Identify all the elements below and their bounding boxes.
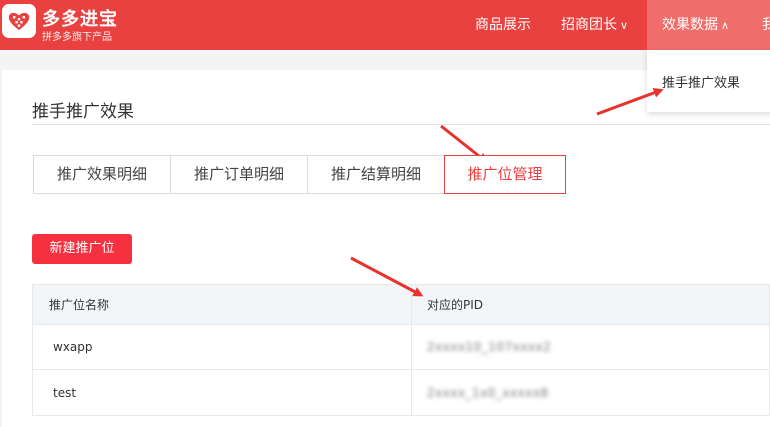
column-header-name: 推广位名称: [33, 285, 412, 324]
effect-data-dropdown: 推手推广效果: [647, 50, 770, 112]
tab-order-detail[interactable]: 推广订单明细: [170, 155, 308, 194]
page-title: 推手推广效果: [32, 102, 134, 122]
table-row: wxapp 2xxxx10_107xxxx2: [33, 325, 769, 370]
nav-item-label: 我: [762, 17, 770, 33]
nav-item-products[interactable]: 商品展示: [475, 0, 531, 50]
promotion-slot-table: 推广位名称 对应的PID wxapp 2xxxx10_107xxxx2 test…: [32, 284, 770, 416]
nav-item-label: 商品展示: [475, 17, 531, 33]
pid-cell: 2xxxx_1x0_xxxxx8: [412, 370, 769, 415]
tab-effect-detail[interactable]: 推广效果明细: [33, 155, 171, 194]
brand-subtitle: 拼多多旗下产品: [42, 32, 112, 43]
slot-name-cell: wxapp: [33, 325, 412, 369]
pid-value-blurred: 2xxxx_1x0_xxxxx8: [427, 385, 549, 400]
pid-value-blurred: 2xxxx10_107xxxx2: [427, 340, 552, 354]
column-header-pid: 对应的PID: [427, 298, 484, 312]
dropdown-item-promoter-effect[interactable]: 推手推广效果: [662, 72, 740, 91]
tab-bar: 推广效果明细 推广订单明细 推广结算明细 推广位管理: [33, 155, 566, 194]
title-divider: [32, 124, 770, 125]
chevron-down-icon: ∨: [620, 19, 629, 32]
nav-item-account[interactable]: 我: [762, 0, 770, 50]
chevron-up-icon: ∧: [721, 19, 730, 32]
top-navbar: 多多进宝 拼多多旗下产品 商品展示 招商团长 ∨ 效果数据 ∧ 我: [0, 0, 770, 50]
pinduoduo-logo-icon[interactable]: [2, 4, 36, 38]
nav-item-merchants[interactable]: 招商团长 ∨: [561, 0, 628, 50]
tab-promotion-slot-management[interactable]: 推广位管理: [444, 155, 566, 194]
slot-name-cell: test: [33, 370, 412, 415]
tab-settlement-detail[interactable]: 推广结算明细: [307, 155, 445, 194]
nav-item-label: 效果数据: [662, 17, 718, 33]
table-header-row: 推广位名称 对应的PID: [33, 285, 769, 325]
table-row: test 2xxxx_1x0_xxxxx8: [33, 370, 769, 415]
nav-item-effect-data[interactable]: 效果数据 ∧: [647, 0, 770, 50]
nav-item-label: 招商团长: [561, 17, 617, 33]
new-promotion-slot-button[interactable]: 新建推广位: [32, 234, 132, 264]
pid-cell: 2xxxx10_107xxxx2: [412, 325, 769, 369]
